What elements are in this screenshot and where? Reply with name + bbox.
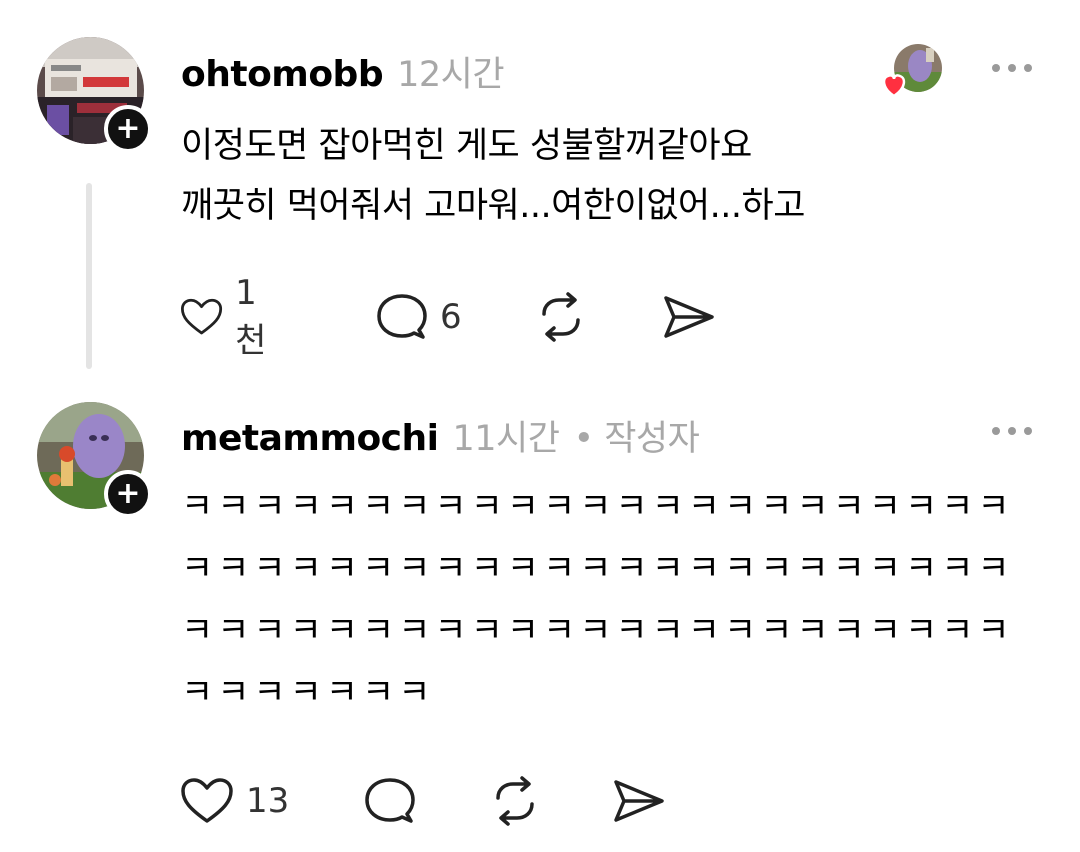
like-button[interactable]: 1천 xyxy=(180,273,277,361)
comment-count: 6 xyxy=(440,297,462,337)
like-count: 1천 xyxy=(235,272,267,361)
comment-button[interactable] xyxy=(362,776,416,826)
comment-button[interactable]: 6 xyxy=(374,292,462,342)
repost-arrows-icon xyxy=(542,292,580,342)
like-count: 13 xyxy=(246,781,290,821)
repost-button[interactable] xyxy=(488,776,542,826)
reply-post-2: + metammochi 11시간 • 작성자 ㅋㅋㅋㅋㅋㅋㅋㅋㅋㅋㅋㅋㅋㅋㅋㅋ… xyxy=(0,380,1080,852)
post-time: 11시간 xyxy=(452,419,560,459)
thread-line xyxy=(86,183,92,369)
more-dots-icon xyxy=(992,64,1000,72)
send-icon xyxy=(664,296,714,338)
liked-by-author-indicator xyxy=(880,42,944,100)
heart-outline-icon xyxy=(181,778,233,823)
share-button[interactable] xyxy=(660,292,716,342)
author-badge: • 작성자 xyxy=(573,419,700,459)
more-dots-icon xyxy=(992,427,1000,435)
plus-icon: + xyxy=(115,476,141,511)
post-text: 이정도면 잡아먹힌 게도 성불할꺼같아요 깨끗히 먹어줘서 고마워...여한이없… xyxy=(181,126,805,226)
liker-avatar-with-heart-icon xyxy=(882,44,942,98)
post-header: ohtomobb 12시간 xyxy=(181,46,505,97)
plus-icon: + xyxy=(115,111,141,146)
repost-button[interactable] xyxy=(534,292,588,342)
like-button[interactable]: 13 xyxy=(180,776,289,826)
post-time: 12시간 xyxy=(397,55,505,95)
comment-bubble-icon xyxy=(365,778,415,823)
follow-plus-button[interactable]: + xyxy=(104,470,152,518)
post-header: metammochi 11시간 • 작성자 xyxy=(181,410,700,461)
repost-arrows-icon xyxy=(496,776,534,826)
username[interactable]: ohtomobb xyxy=(181,54,384,95)
comment-bubble-icon xyxy=(377,294,427,339)
username[interactable]: metammochi xyxy=(181,418,439,459)
follow-plus-button[interactable]: + xyxy=(104,105,152,153)
heart-outline-icon xyxy=(180,298,223,335)
more-options-button[interactable] xyxy=(992,427,1032,435)
share-button[interactable] xyxy=(610,776,666,826)
post-text: ㅋㅋㅋㅋㅋㅋㅋㅋㅋㅋㅋㅋㅋㅋㅋㅋㅋㅋㅋㅋㅋㅋㅋㅋㅋㅋㅋㅋㅋㅋㅋㅋㅋㅋㅋㅋㅋㅋㅋㅋ… xyxy=(181,487,1014,713)
more-options-button[interactable] xyxy=(992,64,1032,72)
reply-post-1: + ohtomobb 12시간 이정도면 잡아먹힌 게도 성불할꺼같아요 깨끗히… xyxy=(0,0,1080,380)
send-icon xyxy=(614,780,664,822)
